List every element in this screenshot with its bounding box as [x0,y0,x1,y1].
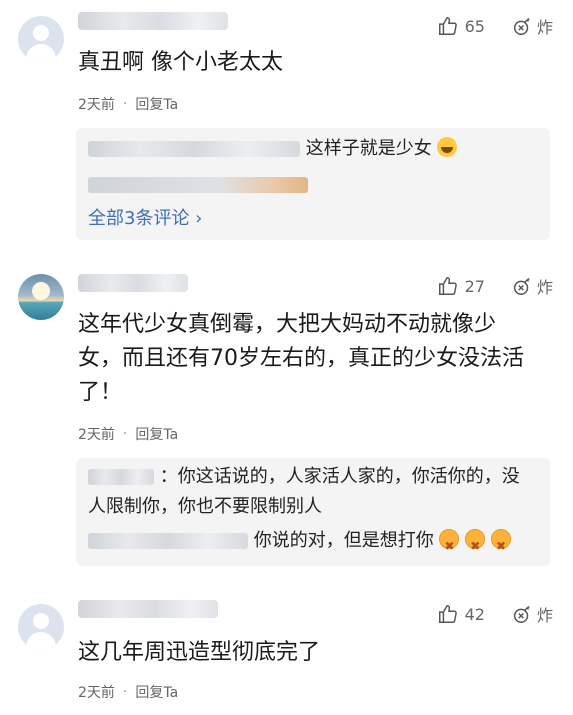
comment-text: 这年代少女真倒霉，大把大妈动不动就像少 女，而且还有70岁左右的，真正的少女没法… [78,308,547,410]
comment-text: 这几年周迅造型彻底完了 [78,640,321,665]
username-blurred[interactable] [78,600,218,618]
bomb-icon [511,15,533,37]
reply-text: 这样子就是少女 [305,138,432,159]
reply-link[interactable]: 回复Ta [135,424,178,444]
blast-button[interactable]: 炸 [511,274,553,298]
meta-separator: · [122,684,128,700]
reply-user-blurred[interactable] [88,469,154,485]
comment-meta: 2天前 · 回复Ta [78,424,178,444]
reply-item-continued: 人限制你，你也不要限制别人 [88,492,538,522]
reply-text-line: 人限制你，你也不要限制别人 [88,496,322,517]
thumbs-up-icon [437,603,459,625]
comment-actions: 65 炸 [437,14,553,38]
meta-separator: · [122,96,128,112]
comment-text-line: 了！ [78,380,123,405]
default-avatar-icon[interactable] [18,16,64,62]
default-avatar-icon[interactable] [18,604,64,650]
like-button[interactable]: 27 [437,275,485,297]
username-blurred[interactable] [78,274,188,292]
comment-3: 42 炸 这几年周迅造型彻底完了 2天前 · 回复Ta [0,590,573,715]
comment-meta: 2天前 · 回复Ta [78,682,178,702]
username-blurred[interactable] [78,12,228,30]
view-all-replies-link[interactable]: 全部3条评论 › [88,204,202,230]
comment-actions: 42 炸 [437,602,553,626]
reply-item-blurred [88,170,538,200]
reply-item: 你说的对，但是想打你 [88,526,538,561]
reply-box: 这样子就是少女 全部3条评论 › [76,128,550,240]
reply-text: 你说的对，但是想打你 [253,530,434,551]
comment-text-line: 这年代少女真倒霉，大把大妈动不动就像少 [78,312,497,337]
reply-link[interactable]: 回复Ta [135,682,178,702]
reply-box: ：你这话说的，人家活人家的，你活你的，没 人限制你，你也不要限制别人 你说的对，… [76,458,550,566]
like-count: 42 [464,604,485,624]
comment-actions: 27 炸 [437,274,553,298]
comment-1: 65 炸 真丑啊 像个小老太太 2天前 · 回复Ta 这样子就是少女 全部3条评… [0,0,573,260]
like-button[interactable]: 42 [437,603,485,625]
comment-time: 2天前 [78,685,115,701]
reply-user-blurred[interactable] [88,141,300,157]
blast-label: 炸 [536,278,553,297]
bomb-icon [511,275,533,297]
reply-user-blurred[interactable] [88,533,248,549]
thumbs-up-icon [437,275,459,297]
laughing-emoji-icon [437,137,458,157]
comment-time: 2天前 [78,97,115,113]
bomb-icon [511,603,533,625]
comment-time: 2天前 [78,427,115,443]
angry-emoji-icon [439,529,460,561]
angry-emoji-icon [490,529,511,561]
like-count: 27 [464,276,485,296]
reply-item: 这样子就是少女 [88,134,538,164]
angry-emoji-icon [465,529,486,561]
comment-text-line: 女，而且还有70岁左右的，真正的少女没法活 [78,346,524,371]
comment-meta: 2天前 · 回复Ta [78,94,178,114]
reply-text-line: ：你这话说的，人家活人家的，你活你的，没 [159,466,520,487]
blast-button[interactable]: 炸 [511,14,553,38]
like-count: 65 [464,16,485,36]
blast-label: 炸 [536,18,553,37]
thumbs-up-icon [437,15,459,37]
reply-item: ：你这话说的，人家活人家的，你活你的，没 [88,462,538,492]
comment-2: 27 炸 这年代少女真倒霉，大把大妈动不动就像少 女，而且还有70岁左右的，真正… [0,260,573,590]
reply-blurred-content [88,177,308,193]
blast-button[interactable]: 炸 [511,602,553,626]
blast-label: 炸 [536,606,553,625]
like-button[interactable]: 65 [437,15,485,37]
comment-text: 真丑啊 像个小老太太 [78,50,283,75]
avatar[interactable] [18,274,64,320]
meta-separator: · [122,426,128,442]
reply-link[interactable]: 回复Ta [135,94,178,114]
